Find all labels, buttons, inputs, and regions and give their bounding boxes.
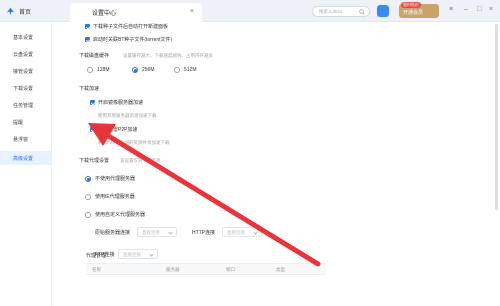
no-proxy-label: 不使用代理服务器 [95, 176, 136, 182]
sidebar-item-label: 基本设置 [13, 35, 34, 41]
torrent-association-label: 启动时关联BT种子文件(torrent文件) [93, 37, 173, 43]
p2p-accel-label: 开启迅雷P2P加速 [98, 127, 138, 133]
http-connection-value: 直接连接 [227, 230, 245, 235]
p2p-accel-hint: 利用P2P用户间的资源共享加速下载 [98, 140, 170, 145]
custom-proxy-label: 使用自定义代理服务器 [95, 212, 146, 218]
close-tab-icon[interactable]: × [190, 8, 194, 15]
column-type: 类型 [276, 267, 285, 272]
vip-label: 开通会员 [403, 10, 424, 16]
avatar[interactable] [377, 5, 389, 17]
sidebar-item-label: 任务管理 [13, 103, 34, 109]
origin-connection-value: 直接连接 [142, 230, 160, 235]
sidebar-item-tasks[interactable]: 任务管理 [0, 98, 52, 112]
proxy-manage-title: 代理管理 [86, 253, 107, 259]
tab-home-label: 首页 [19, 10, 32, 16]
sidebar-item-advanced[interactable]: 高级设置 [0, 151, 52, 165]
menu-icon[interactable]: ≡ [449, 6, 453, 13]
sidebar-item-reminder[interactable]: 提醒 [0, 115, 52, 129]
sidebar-item-cloud[interactable]: 云盘设置 [0, 47, 52, 61]
sidebar-item-label: 高级设置 [13, 156, 34, 162]
tab-settings[interactable]: 设置中心 × [70, 3, 202, 22]
sidebar-item-label: 提醒 [13, 120, 24, 126]
column-port: 端口 [226, 267, 235, 272]
open-panel-checkbox[interactable] [85, 24, 90, 29]
column-server: 服务器 [166, 267, 180, 272]
sidebar-item-basic[interactable]: 基本设置 [0, 30, 52, 44]
thunder-logo-icon [6, 7, 15, 16]
cache-128m-radio[interactable] [87, 67, 93, 73]
close-window-icon[interactable]: × [489, 6, 493, 13]
cache-title: 下载磁盘缓存 [79, 53, 110, 59]
sidebar-item-label: 接管设置 [13, 69, 34, 75]
sidebar-item-float[interactable]: 悬浮窗 [0, 132, 52, 146]
chevron-down-icon [149, 252, 154, 257]
column-name: 名称 [92, 267, 101, 272]
cache-256m-label: 256M [142, 67, 155, 73]
sidebar-item-label: 悬浮窗 [13, 137, 29, 143]
no-proxy-radio[interactable] [85, 176, 91, 182]
vip-badge: 限时低价 [401, 2, 421, 8]
cache-512m-radio[interactable] [174, 67, 180, 73]
sidebar-item-download[interactable]: 下载设置 [0, 81, 52, 95]
origin-connection-select[interactable]: 直接连接 [137, 227, 177, 237]
chevron-down-icon [168, 230, 173, 235]
cache-128m-label: 128M [97, 67, 110, 73]
minimize-icon[interactable]: – [464, 6, 468, 13]
sidebar-item-label: 云盘设置 [13, 52, 34, 58]
ftp-connection-select[interactable]: 直接连接 [118, 249, 158, 259]
ie-proxy-radio[interactable] [85, 194, 91, 200]
accel-title: 下载加速 [79, 86, 100, 92]
ie-proxy-label: 使用IE代理服务器 [95, 194, 135, 200]
proxy-hint: 该设置仅对下载有效 [120, 158, 161, 163]
http-connection-select[interactable]: 直接连接 [222, 227, 262, 237]
scrollbar[interactable] [494, 22, 499, 306]
http-connection-label: HTTP连接 [192, 230, 216, 236]
search-icon[interactable] [359, 9, 365, 15]
sidebar-item-takeover[interactable]: 接管设置 [0, 64, 52, 78]
mirror-accel-checkbox[interactable] [90, 100, 95, 105]
custom-proxy-radio[interactable] [85, 212, 91, 218]
ftp-connection-value: 直接连接 [123, 252, 141, 257]
cache-256m-radio[interactable] [132, 67, 138, 73]
proxy-title: 下载代理设置 [79, 158, 110, 164]
proxy-table-header: 名称 服务器 端口 类型 [86, 263, 326, 275]
tab-home[interactable]: 首页 [6, 5, 31, 18]
p2p-accel-checkbox[interactable] [90, 127, 95, 132]
vip-button[interactable]: 限时低价 开通会员 [399, 2, 439, 18]
tab-bar: 首页 设置中心 × 搜索入2022 限时低价 开通会员 ≡ – □ × [0, 0, 500, 22]
cache-512m-label: 512M [184, 67, 197, 73]
cache-hint: 设置缓存越大，下载速度越快，占用内存越多 [123, 53, 213, 58]
settings-sidebar: 基本设置 云盘设置 接管设置 下载设置 任务管理 提醒 悬浮窗 高级设置 [0, 22, 52, 306]
open-panel-label: 下载种子文件后自动打开新建面板 [93, 24, 169, 30]
search-input[interactable]: 搜索入2022 [312, 6, 370, 17]
torrent-association-checkbox[interactable] [85, 37, 90, 42]
mirror-accel-hint: 使用其他服务器资源加速下载 [98, 113, 157, 118]
sidebar-item-label: 下载设置 [13, 86, 34, 92]
tab-settings-label: 设置中心 [92, 11, 117, 17]
scrollbar-thumb[interactable] [495, 24, 498, 210]
origin-connection-label: 原始服务器连接 [95, 230, 131, 236]
chevron-down-icon [253, 230, 258, 235]
search-placeholder: 搜索入2022 [319, 9, 343, 14]
maximize-icon[interactable]: □ [477, 6, 481, 13]
mirror-accel-label: 开启镜像服务器加速 [98, 100, 144, 106]
